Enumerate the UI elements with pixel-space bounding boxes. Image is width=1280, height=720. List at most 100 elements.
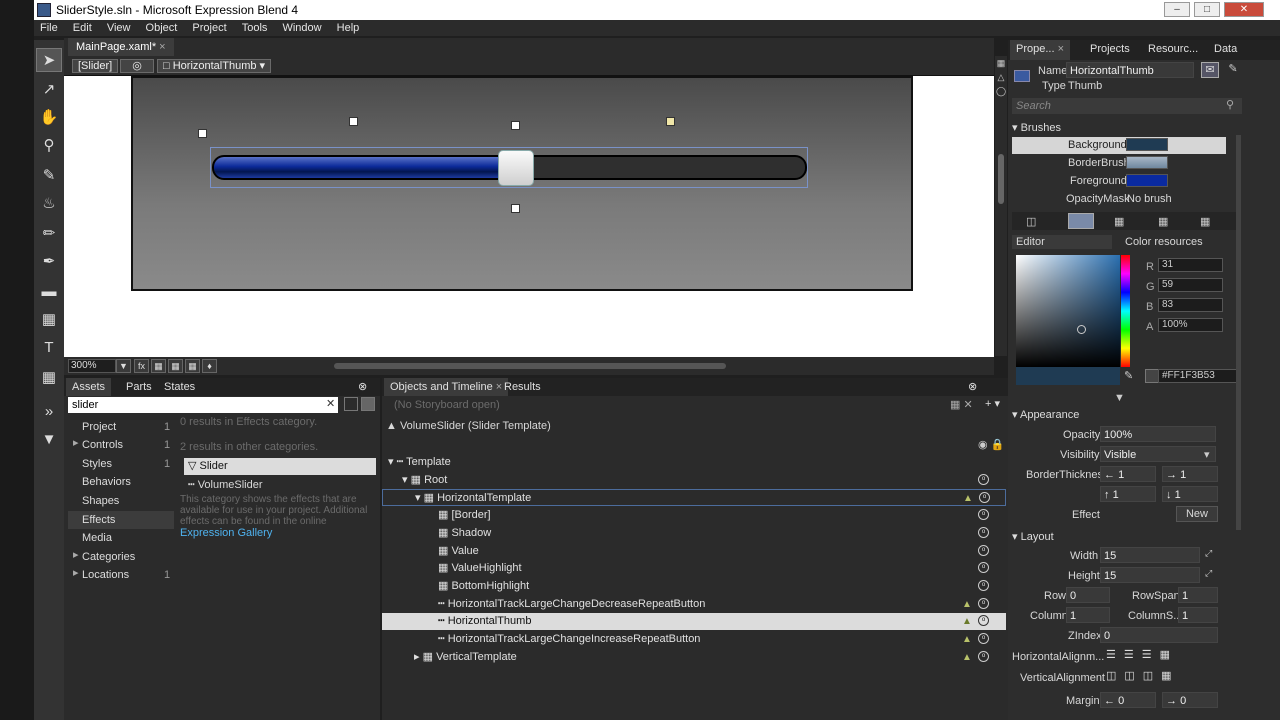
- pen-tool-icon[interactable]: ✒: [36, 250, 62, 274]
- properties-scrollbar[interactable]: [1236, 135, 1241, 530]
- pin-icon[interactable]: ▲: [963, 490, 973, 507]
- editor-tab[interactable]: Editor: [1012, 235, 1112, 249]
- category-controls[interactable]: Controls: [82, 436, 123, 454]
- expand-categories-icon[interactable]: ▸: [73, 548, 79, 561]
- split-icon[interactable]: △: [996, 72, 1006, 84]
- halign-buttons-icon[interactable]: ☰☰☰▦: [1106, 648, 1178, 661]
- brush-borderbrush-label[interactable]: BorderBrush: [1068, 157, 1130, 169]
- brush-resources-icon[interactable]: ▦: [1200, 215, 1210, 228]
- color-eyedropper-icon[interactable]: [1145, 369, 1159, 383]
- tab-assets[interactable]: Assets: [66, 378, 112, 396]
- asset-search-input[interactable]: slider: [68, 397, 338, 413]
- brushes-header[interactable]: ▾ Brushes: [1012, 120, 1061, 136]
- tree-row-increase-button[interactable]: ┅ HorizontalTrackLargeChangeIncreaseRepe…: [382, 631, 1006, 648]
- new-storyboard-icon[interactable]: + ▾: [985, 397, 1000, 410]
- hue-slider[interactable]: [1121, 255, 1130, 367]
- grid-icon[interactable]: ▦: [151, 359, 166, 373]
- template-icon[interactable]: ◎: [120, 59, 154, 73]
- layout-header[interactable]: ▾ Layout: [1012, 529, 1054, 545]
- pin-icon[interactable]: ▲: [962, 596, 972, 613]
- view-mode-icon[interactable]: ▦: [996, 58, 1006, 70]
- slider-thumb[interactable]: [498, 150, 534, 186]
- color-gradient-picker[interactable]: [1016, 255, 1120, 367]
- tree-row-template[interactable]: ▾ ┅ Template: [382, 454, 1006, 471]
- eye-icon[interactable]: o: [978, 474, 989, 485]
- template-scope[interactable]: ▲ VolumeSlider (Slider Template): [386, 420, 551, 432]
- menu-help[interactable]: Help: [337, 20, 360, 36]
- borderbrush-swatch[interactable]: [1126, 156, 1168, 169]
- storyboard-label[interactable]: (No Storyboard open): [394, 399, 500, 411]
- gradient-brush-icon[interactable]: ▦: [1114, 215, 1124, 228]
- annotations-icon[interactable]: ♦: [202, 359, 217, 373]
- text-tool-icon[interactable]: T: [36, 336, 62, 360]
- new-effect-button[interactable]: New: [1176, 506, 1218, 522]
- grid-tool-icon[interactable]: ▦: [36, 308, 62, 332]
- direct-selection-tool-icon[interactable]: ↗: [36, 78, 62, 102]
- height-input[interactable]: 15: [1100, 567, 1200, 583]
- pin-icon[interactable]: ⊗: [962, 378, 983, 396]
- resize-handle[interactable]: [349, 117, 358, 126]
- result-volumeslider[interactable]: ┅ VolumeSlider: [188, 477, 263, 494]
- appearance-header[interactable]: ▾ Appearance: [1012, 407, 1079, 423]
- brush-background-label[interactable]: Background: [1068, 139, 1127, 151]
- bt-left-input[interactable]: ← 1: [1100, 466, 1156, 482]
- background-swatch[interactable]: [1126, 138, 1168, 151]
- category-shapes[interactable]: Shapes: [82, 492, 119, 510]
- zindex-input[interactable]: 0: [1100, 627, 1218, 643]
- category-categories[interactable]: Categories: [82, 548, 135, 566]
- visibility-select[interactable]: Visible: [1100, 446, 1216, 462]
- tab-parts[interactable]: Parts: [120, 378, 158, 396]
- eye-icon[interactable]: o: [978, 615, 989, 626]
- control-tool-icon[interactable]: ▦: [36, 366, 62, 390]
- opacity-input[interactable]: 100%: [1100, 426, 1216, 442]
- tree-row-bottomhighlight[interactable]: ▦ BottomHighlight o: [382, 578, 1006, 595]
- rowspan-input[interactable]: 1: [1178, 587, 1218, 603]
- category-media[interactable]: Media: [82, 529, 112, 547]
- snap-grid-icon[interactable]: ▦: [168, 359, 183, 373]
- eyedropper-icon[interactable]: ✎: [1124, 369, 1133, 382]
- chevron-down-icon[interactable]: ▾: [1204, 448, 1210, 461]
- canvas-horizontal-scrollbar[interactable]: [334, 363, 726, 369]
- collapse-editor-icon[interactable]: ▼: [1114, 392, 1125, 404]
- clear-search-icon[interactable]: ✕: [326, 397, 335, 410]
- category-behaviors[interactable]: Behaviors: [82, 473, 131, 491]
- breadcrumb-horizontalthumb[interactable]: □ HorizontalThumb ▾: [157, 59, 272, 73]
- tree-row-verticaltemplate[interactable]: ▸ ▦ VerticalTemplate ▲ o: [382, 649, 1006, 666]
- b-input[interactable]: 83: [1158, 298, 1223, 312]
- menu-project[interactable]: Project: [192, 20, 226, 36]
- eye-icon[interactable]: o: [978, 651, 989, 662]
- pan-tool-icon[interactable]: ✋: [36, 106, 62, 130]
- expand-tools-icon[interactable]: »: [36, 400, 62, 424]
- brush-foreground-label[interactable]: Foreground: [1070, 175, 1127, 187]
- margin-right-input[interactable]: → 0: [1162, 692, 1218, 708]
- menu-object[interactable]: Object: [146, 20, 178, 36]
- list-view-icon[interactable]: [344, 397, 358, 411]
- menu-tools[interactable]: Tools: [242, 20, 268, 36]
- tab-data[interactable]: Data: [1208, 40, 1243, 60]
- r-input[interactable]: 31: [1158, 258, 1223, 272]
- opacitymask-value[interactable]: No brush: [1127, 193, 1172, 205]
- eye-icon[interactable]: o: [978, 527, 989, 538]
- category-project[interactable]: Project: [82, 418, 116, 436]
- eye-icon[interactable]: o: [978, 545, 989, 556]
- tab-results[interactable]: Results: [498, 378, 547, 396]
- bt-right-input[interactable]: → 1: [1162, 466, 1218, 482]
- category-effects[interactable]: Effects: [82, 511, 115, 529]
- tab-resources[interactable]: Resourc...: [1142, 40, 1204, 60]
- tab-properties[interactable]: Prope... ×: [1010, 40, 1071, 60]
- no-brush-icon[interactable]: ◫: [1026, 215, 1036, 228]
- tree-row-horizontalthumb[interactable]: ┅ HorizontalThumb ▲ o: [382, 613, 1006, 630]
- asset-library-icon[interactable]: ▼: [36, 428, 62, 452]
- category-styles[interactable]: Styles: [82, 455, 112, 473]
- menu-file[interactable]: File: [40, 20, 58, 36]
- canvas-vertical-scrollbar[interactable]: ▦ △ ◯: [995, 56, 1007, 356]
- properties-view-icon[interactable]: ✎: [1224, 62, 1242, 78]
- eye-icon[interactable]: o: [978, 598, 989, 609]
- expression-gallery-link[interactable]: Expression Gallery: [180, 527, 272, 539]
- tree-row-root[interactable]: ▾ ▦ Root o: [382, 472, 1006, 489]
- breadcrumb-slider[interactable]: [Slider]: [72, 59, 119, 73]
- tree-row-shadow[interactable]: ▦ Shadow o: [382, 525, 1006, 542]
- color-resources-tab[interactable]: Color resources: [1125, 236, 1203, 248]
- bottom-handle[interactable]: [511, 204, 520, 213]
- eye-icon[interactable]: o: [978, 509, 989, 520]
